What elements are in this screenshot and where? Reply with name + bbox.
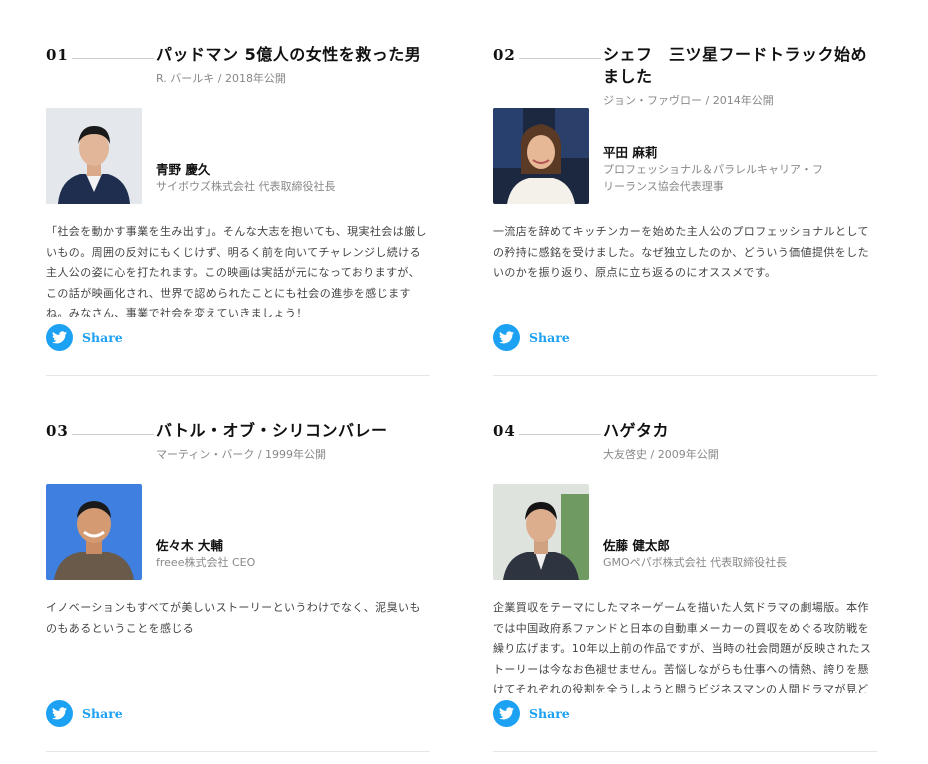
movie-title: パッドマン 5億人の女性を救った男 [156, 45, 422, 64]
number-divider [519, 58, 601, 59]
card-divider [493, 751, 877, 752]
movie-card-02: 02 シェフ 三ツ星フードトラック始めました ジョン・ファヴロー / 2014年… [493, 44, 877, 376]
person-photo [46, 108, 142, 204]
share-label[interactable]: Share [82, 330, 123, 345]
person-role: GMOペパボ株式会社 代表取締役社長 [603, 556, 788, 569]
person-name: 平田 麻莉 [603, 145, 658, 160]
share-button[interactable]: Share [493, 324, 570, 351]
movie-description: 「社会を動かす事業を生み出す」。そんな大志を抱いても、現実社会は厳しいもの。周囲… [46, 225, 427, 317]
share-button[interactable]: Share [46, 700, 123, 727]
twitter-icon [46, 700, 73, 727]
person-name: 佐藤 健太郎 [603, 538, 670, 553]
share-label[interactable]: Share [82, 706, 123, 721]
person-role: freee株式会社 CEO [156, 556, 256, 569]
number-divider [72, 434, 154, 435]
share-label[interactable]: Share [529, 330, 570, 345]
person-photo [46, 484, 142, 580]
movie-card-04: 04 ハゲタカ 大友啓史 / 2009年公開 佐藤 健太郎 GMOペパボ株式会社… [493, 420, 877, 752]
twitter-icon [493, 700, 520, 727]
movie-description: 一流店を辞めてキッチンカーを始めた主人公のプロフェッショナルとしての矜持に感銘を… [493, 225, 869, 279]
card-number: 03 [46, 422, 69, 440]
movie-title: ハゲタカ [603, 421, 670, 440]
number-divider [72, 58, 154, 59]
card-divider [493, 375, 877, 376]
card-divider [46, 375, 430, 376]
movie-description: 企業買収をテーマにしたマネーゲームを描いた人気ドラマの劇場版。本作では中国政府系… [493, 601, 872, 693]
share-label[interactable]: Share [529, 706, 570, 721]
person-role: プロフェッショナル＆パラレルキャリア・フリーランス協会代表理事 [603, 163, 823, 193]
movie-meta: マーティン・バーク / 1999年公開 [156, 448, 327, 461]
person-photo [493, 108, 589, 204]
card-number: 02 [493, 46, 516, 64]
movie-title: シェフ 三ツ星フードトラック始めました [603, 45, 868, 86]
share-button[interactable]: Share [46, 324, 123, 351]
twitter-icon [493, 324, 520, 351]
movie-title: バトル・オブ・シリコンバレー [156, 421, 388, 440]
movie-meta: ジョン・ファヴロー / 2014年公開 [603, 94, 774, 107]
movie-card-01: 01 パッドマン 5億人の女性を救った男 R. バールキ / 2018年公開 青… [46, 44, 430, 376]
number-divider [519, 434, 601, 435]
person-name: 佐々木 大輔 [156, 538, 223, 553]
person-name: 青野 慶久 [156, 162, 211, 177]
movie-meta: R. バールキ / 2018年公開 [156, 72, 286, 85]
movie-meta: 大友啓史 / 2009年公開 [603, 448, 719, 461]
person-role: サイボウズ株式会社 代表取締役社長 [156, 180, 336, 193]
share-button[interactable]: Share [493, 700, 570, 727]
card-divider [46, 751, 430, 752]
person-photo [493, 484, 589, 580]
twitter-icon [46, 324, 73, 351]
card-number: 04 [493, 422, 516, 440]
card-number: 01 [46, 46, 69, 64]
movie-card-03: 03 バトル・オブ・シリコンバレー マーティン・バーク / 1999年公開 佐々… [46, 420, 430, 752]
movie-description: イノベーションもすべてが美しいストーリーというわけでなく、泥臭いものもあるという… [46, 601, 421, 635]
